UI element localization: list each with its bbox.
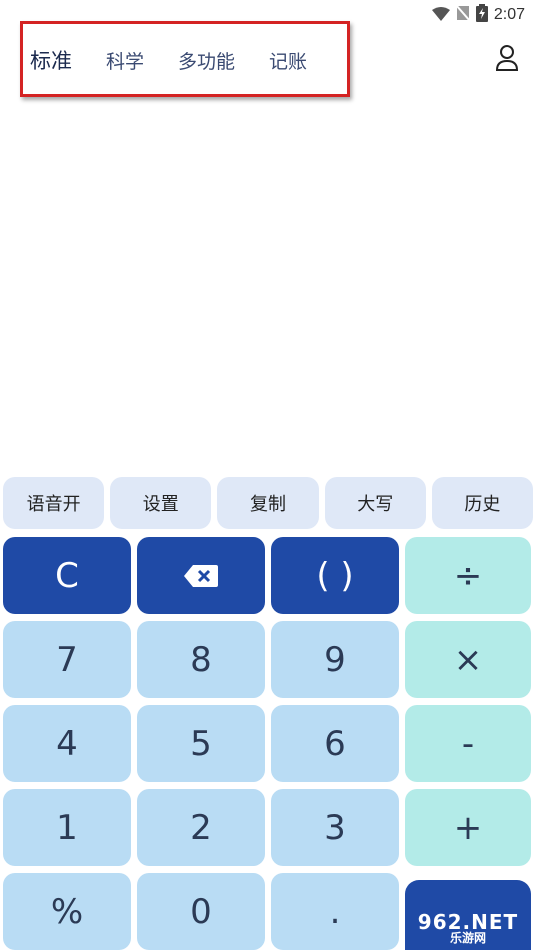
status-time: 2:07 bbox=[493, 6, 525, 23]
settings-button[interactable]: 设置 bbox=[110, 477, 212, 529]
digit-8-button[interactable]: 8 bbox=[137, 621, 265, 698]
digit-0-button[interactable]: 0 bbox=[137, 873, 265, 950]
decimal-point-button[interactable]: . bbox=[271, 873, 399, 950]
multiply-button[interactable]: × bbox=[405, 621, 531, 698]
tab-standard[interactable]: 标准 bbox=[30, 45, 72, 75]
tab-scientific[interactable]: 科学 bbox=[106, 47, 144, 74]
parentheses-button[interactable]: ( ) bbox=[271, 537, 399, 614]
uppercase-button[interactable]: 大写 bbox=[324, 477, 426, 529]
battery-charging-icon bbox=[475, 4, 488, 26]
voice-toggle-button[interactable]: 语音开 bbox=[3, 477, 105, 529]
mode-tabs: 标准 科学 多功能 记账 bbox=[30, 40, 341, 80]
tab-multifunction[interactable]: 多功能 bbox=[178, 47, 235, 74]
watermark-site-name: 乐游网 bbox=[449, 931, 486, 945]
digit-1-button[interactable]: 1 bbox=[3, 789, 131, 866]
site-watermark: 962.NET 乐游网 bbox=[405, 908, 531, 948]
percent-button[interactable]: % bbox=[3, 873, 131, 950]
digit-6-button[interactable]: 6 bbox=[271, 705, 399, 782]
plus-button[interactable]: + bbox=[405, 789, 531, 866]
tab-accounting[interactable]: 记账 bbox=[269, 47, 307, 74]
clear-button[interactable]: C bbox=[3, 537, 131, 614]
user-icon[interactable] bbox=[495, 44, 519, 72]
keypad: C ( ) ÷ 7 8 9 × 4 5 6 - 1 2 3 + % 0 . bbox=[3, 537, 533, 950]
backspace-icon bbox=[184, 556, 218, 596]
minus-button[interactable]: - bbox=[405, 705, 531, 782]
no-signal-icon bbox=[455, 4, 471, 25]
copy-button[interactable]: 复制 bbox=[217, 477, 319, 529]
digit-9-button[interactable]: 9 bbox=[271, 621, 399, 698]
function-row: 语音开 设置 复制 大写 历史 bbox=[3, 477, 534, 529]
digit-2-button[interactable]: 2 bbox=[137, 789, 265, 866]
digit-4-button[interactable]: 4 bbox=[3, 705, 131, 782]
watermark-logo-text: 962.NET bbox=[417, 910, 519, 934]
backspace-button[interactable] bbox=[137, 537, 265, 614]
history-button[interactable]: 历史 bbox=[431, 477, 534, 529]
status-icons: 2:07 bbox=[431, 4, 525, 26]
digit-5-button[interactable]: 5 bbox=[137, 705, 265, 782]
divide-button[interactable]: ÷ bbox=[405, 537, 531, 614]
wifi-icon bbox=[431, 6, 450, 25]
digit-3-button[interactable]: 3 bbox=[271, 789, 399, 866]
digit-7-button[interactable]: 7 bbox=[3, 621, 131, 698]
calculator-screen: 2:07 标准 科学 多功能 记账 语音开 设置 复制 大写 历史 C () … bbox=[0, 0, 535, 952]
